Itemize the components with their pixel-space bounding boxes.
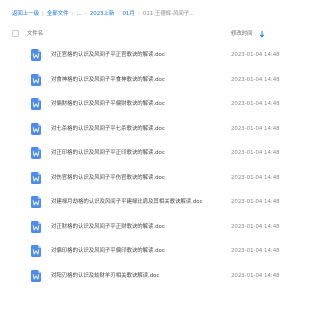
file-name[interactable]: 对正印格的认识及风间子平正印歌诀的解读.doc (51, 141, 165, 166)
file-name[interactable]: 对偏印格的认识及风间子平偏印歌诀的解读.doc (51, 239, 165, 264)
breadcrumb-ellipsis[interactable]: ... (77, 11, 82, 17)
word-doc-icon (31, 171, 41, 184)
file-row[interactable]: 对七杀格的认识及风间子平七杀歌诀的解读.doc 2023-01-04 14:48 (0, 117, 310, 142)
breadcrumb-january[interactable]: 01月 (123, 11, 135, 17)
breadcrumb-chevron: › (71, 11, 74, 17)
word-doc-icon (31, 49, 41, 61)
file-name[interactable]: 对阳刃格的认识及劫财羊刃相关歌诀解读.doc (51, 264, 159, 289)
word-doc-icon (31, 98, 41, 110)
file-name[interactable]: 对正官格的认识及风间子平正官歌诀的解读.doc (51, 43, 165, 68)
file-name[interactable]: 对偏财格的认识及风间子平偏财歌诀的解读.doc (51, 92, 165, 117)
column-header-filename[interactable]: 文件名 (27, 25, 43, 43)
file-modified-time: 2023-01-04 14:48 (231, 76, 280, 83)
breadcrumb: 返回上一级 | 全部文件 ›... › 2023上新 › 01月 › 011.王德辉-风间子... (12, 8, 308, 20)
file-modified-time: 2023-01-04 14:48 (231, 223, 280, 230)
breadcrumb-separator: | (41, 11, 44, 17)
file-modified-time: 2023-01-04 14:48 (231, 272, 280, 279)
file-modified-time: 2023-01-04 14:48 (231, 248, 280, 254)
file-modified-time: 2023-01-04 14:48 (231, 199, 280, 205)
file-row[interactable]: 对伤官格的认识及风间子平伤官歌诀的解读.doc 2023-01-04 14:48 (0, 166, 310, 191)
breadcrumb-chevron: › (117, 11, 120, 17)
word-doc-icon (31, 147, 41, 159)
file-name[interactable]: 对食神格的认识及风间子平食神歌诀的解读.doc (51, 68, 165, 93)
file-name[interactable]: 对建禄月劫格的认识及风间子平建禄比肩及其相关歌诀解读.doc (51, 190, 203, 215)
sort-down-arrow-icon[interactable] (259, 30, 265, 38)
file-modified-time: 2023-01-04 14:48 (231, 52, 280, 58)
breadcrumb-chevron: › (84, 11, 87, 17)
file-row[interactable]: 对阳刃格的认识及劫财羊刃相关歌诀解读.doc 2023-01-04 14:48 (0, 264, 310, 289)
column-header-modified-time[interactable]: 修改时间 (231, 25, 253, 43)
word-doc-icon (31, 269, 41, 282)
word-doc-icon (31, 73, 41, 86)
file-modified-time: 2023-01-04 14:48 (231, 174, 280, 181)
file-row[interactable]: 对偏印格的认识及风间子平偏印歌诀的解读.doc 2023-01-04 14:48 (0, 239, 310, 264)
file-modified-time: 2023-01-04 14:48 (231, 125, 280, 132)
file-row[interactable]: 对正印格的认识及风间子平正印歌诀的解读.doc 2023-01-04 14:48 (0, 141, 310, 166)
file-modified-time: 2023-01-04 14:48 (231, 150, 280, 156)
file-row[interactable]: 对偏财格的认识及风间子平偏财歌诀的解读.doc 2023-01-04 14:48 (0, 92, 310, 117)
word-doc-icon (31, 122, 41, 135)
file-list-header: 文件名 修改时间 (0, 25, 310, 43)
breadcrumb-2023-new[interactable]: 2023上新 (90, 11, 115, 17)
file-modified-time: 2023-01-04 14:48 (231, 101, 280, 107)
breadcrumb-chevron: › (137, 11, 140, 17)
breadcrumb-all-files[interactable]: 全部文件 (47, 11, 69, 17)
word-doc-icon (31, 220, 41, 233)
file-row[interactable]: 对建禄月劫格的认识及风间子平建禄比肩及其相关歌诀解读.doc 2023-01-04… (0, 190, 310, 215)
word-doc-icon (31, 245, 41, 257)
breadcrumb-back-link[interactable]: 返回上一级 (12, 11, 39, 17)
file-name[interactable]: 对伤官格的认识及风间子平伤官歌诀的解读.doc (51, 166, 165, 191)
file-name[interactable]: 对正财格的认识及风间子平正财歌诀的解读.doc (51, 215, 165, 240)
file-row[interactable]: 对正财格的认识及风间子平正财歌诀的解读.doc 2023-01-04 14:48 (0, 215, 310, 240)
word-doc-icon (31, 196, 41, 208)
select-all-checkbox[interactable] (12, 30, 19, 37)
file-row[interactable]: 对食神格的认识及风间子平食神歌诀的解读.doc 2023-01-04 14:48 (0, 68, 310, 93)
breadcrumb-current-folder: 011.王德辉-风间子... (142, 11, 195, 17)
file-row[interactable]: 对正官格的认识及风间子平正官歌诀的解读.doc 2023-01-04 14:48 (0, 43, 310, 68)
file-name[interactable]: 对七杀格的认识及风间子平七杀歌诀的解读.doc (51, 117, 165, 142)
